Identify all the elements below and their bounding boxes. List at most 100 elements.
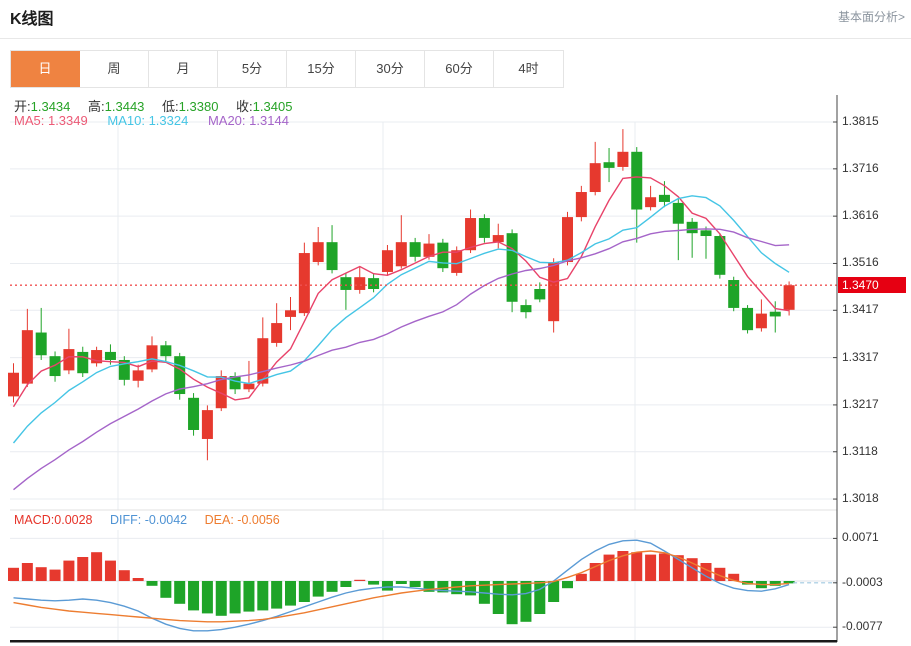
candle-body-down bbox=[188, 397, 200, 430]
candle-body-up bbox=[201, 410, 213, 439]
macd-bar bbox=[312, 581, 324, 597]
candle-body-down bbox=[686, 221, 698, 234]
macd-bar bbox=[188, 581, 200, 611]
candle-body-down bbox=[368, 278, 380, 290]
candle-body-up bbox=[132, 370, 144, 381]
price-axis-label: 1.3118 bbox=[842, 444, 878, 458]
candle-body-down bbox=[160, 345, 172, 357]
diff-value: DIFF: -0.0042 bbox=[110, 513, 188, 527]
macd-bar bbox=[465, 581, 477, 596]
macd-bar bbox=[229, 581, 241, 614]
candle-body-up bbox=[645, 197, 657, 208]
latest-price-badge: 1.3470 bbox=[838, 277, 906, 293]
candle-body-up bbox=[354, 277, 366, 290]
candle-body-up bbox=[271, 323, 283, 343]
macd-bar bbox=[146, 581, 158, 586]
candle-body-up bbox=[575, 192, 587, 218]
candle-body-down bbox=[728, 280, 740, 308]
candle-body-up bbox=[548, 262, 560, 322]
macd-bar bbox=[298, 581, 310, 602]
macd-value: MACD:0.0028 bbox=[14, 513, 93, 527]
candle-body-down bbox=[340, 277, 352, 290]
macd-bar bbox=[49, 569, 61, 581]
candle-body-up bbox=[617, 151, 629, 167]
candle-body-up bbox=[381, 250, 393, 272]
candle-body-down bbox=[520, 305, 532, 313]
candle-body-down bbox=[714, 236, 726, 275]
candle-body-down bbox=[104, 351, 116, 360]
candle-body-up bbox=[755, 313, 767, 329]
diff-line bbox=[13, 539, 790, 632]
high-value: 1.3443 bbox=[104, 99, 145, 114]
ma20-value: MA20: 1.3144 bbox=[207, 113, 289, 128]
price-axis-label: 1.3018 bbox=[842, 491, 879, 505]
candle-body-down bbox=[631, 151, 643, 210]
low-label: 低: bbox=[162, 99, 179, 114]
candle-body-down bbox=[326, 242, 338, 271]
price-axis-label: 1.3317 bbox=[842, 350, 879, 364]
macd-bar bbox=[257, 581, 269, 611]
macd-bar bbox=[534, 581, 546, 614]
macd-bar bbox=[340, 581, 352, 587]
macd-bar bbox=[160, 581, 172, 598]
macd-bar bbox=[658, 553, 670, 581]
ma10-value: MA10: 1.3324 bbox=[107, 113, 189, 128]
candle-body-down bbox=[603, 162, 615, 168]
close-value: 1.3405 bbox=[252, 99, 293, 114]
macd-bar bbox=[271, 581, 283, 609]
macd-bar bbox=[215, 581, 227, 616]
price-axis-label: 1.3516 bbox=[842, 255, 879, 269]
price-axis-label: 1.3217 bbox=[842, 397, 879, 411]
macd-bar bbox=[589, 563, 601, 581]
candle-body-up bbox=[562, 217, 573, 263]
chart-bottom-border bbox=[10, 640, 837, 643]
macd-bar bbox=[575, 573, 587, 581]
candle-body-up bbox=[8, 372, 19, 397]
candle-body-down bbox=[35, 332, 47, 356]
candle-body-up bbox=[243, 383, 255, 390]
high-label: 高: bbox=[88, 99, 105, 114]
macd-axis-label: 0.0071 bbox=[842, 530, 879, 544]
dea-value: DEA: -0.0056 bbox=[204, 513, 280, 527]
candle-body-down bbox=[672, 202, 684, 224]
macd-bar bbox=[91, 552, 103, 581]
macd-bar bbox=[368, 581, 380, 585]
macd-readout: MACD:0.0028 DIFF: -0.0042 DEA: -0.0056 bbox=[14, 513, 280, 527]
ma5-value: MA5: 1.3349 bbox=[14, 113, 88, 128]
macd-bar bbox=[201, 581, 213, 614]
candle-body-down bbox=[658, 194, 670, 202]
macd-bar bbox=[77, 557, 89, 581]
macd-bar bbox=[174, 581, 186, 604]
candle-body-up bbox=[465, 218, 477, 251]
macd-axis-label: -0.0077 bbox=[842, 619, 883, 633]
candle-body-down bbox=[77, 351, 89, 374]
candle-body-up bbox=[298, 253, 310, 314]
low-value: 1.3380 bbox=[178, 99, 219, 114]
price-axis-label: 1.3417 bbox=[842, 302, 879, 316]
macd-bar bbox=[631, 552, 643, 581]
macd-bar bbox=[285, 581, 296, 606]
candle-body-up bbox=[589, 163, 601, 193]
candle-body-down bbox=[700, 230, 712, 237]
macd-bar bbox=[562, 581, 573, 589]
macd-bar bbox=[8, 567, 19, 581]
candle-body-down bbox=[409, 242, 421, 257]
candle-body-down bbox=[534, 289, 546, 300]
price-axis-label: 1.3815 bbox=[842, 114, 879, 128]
candle-body-down bbox=[478, 218, 490, 238]
macd-bar bbox=[326, 581, 338, 592]
close-label: 收: bbox=[236, 99, 253, 114]
macd-bar bbox=[492, 581, 504, 614]
candle-body-up bbox=[492, 235, 504, 243]
macd-bar bbox=[520, 581, 532, 622]
macd-bar bbox=[354, 579, 366, 581]
macd-bar bbox=[118, 570, 130, 581]
ma-readout: MA5: 1.3349 MA10: 1.3324 MA20: 1.3144 bbox=[14, 113, 289, 128]
candle-body-down bbox=[742, 307, 754, 331]
candle-body-down bbox=[769, 311, 781, 317]
macd-bar bbox=[21, 563, 33, 581]
macd-bar bbox=[645, 554, 657, 581]
candle-body-up bbox=[21, 330, 33, 384]
candle-body-down bbox=[506, 233, 518, 302]
open-label: 开: bbox=[14, 99, 31, 114]
